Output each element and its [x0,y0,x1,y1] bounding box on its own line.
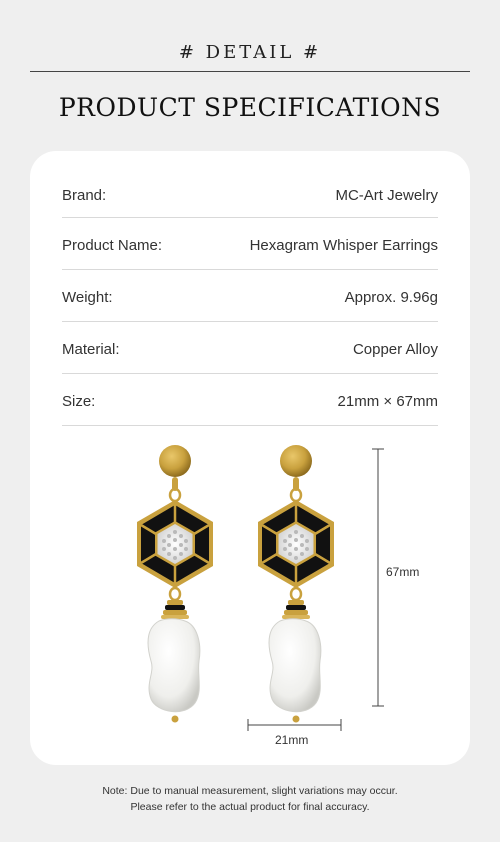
detail-heading: # DETAIL # [178,42,322,63]
width-dimension-label: 21mm [275,733,309,747]
earrings-illustration [135,443,384,731]
disclaimer-note: Note: Due to manual measurement, slight … [0,783,500,815]
left-earring [135,443,215,724]
note-line-2: Please refer to the actual product for f… [130,801,370,813]
right-earring [256,443,336,724]
divider [30,71,470,72]
page-title: PRODUCT SPECIFICATIONS [58,93,442,122]
height-dimension-label: 67mm [386,565,420,579]
height-dimension-line [372,448,384,707]
note-line-1: Note: Due to manual measurement, slight … [102,785,398,797]
spec-card: Brand: MC-Art Jewelry Product Name: Hexa… [30,151,470,765]
